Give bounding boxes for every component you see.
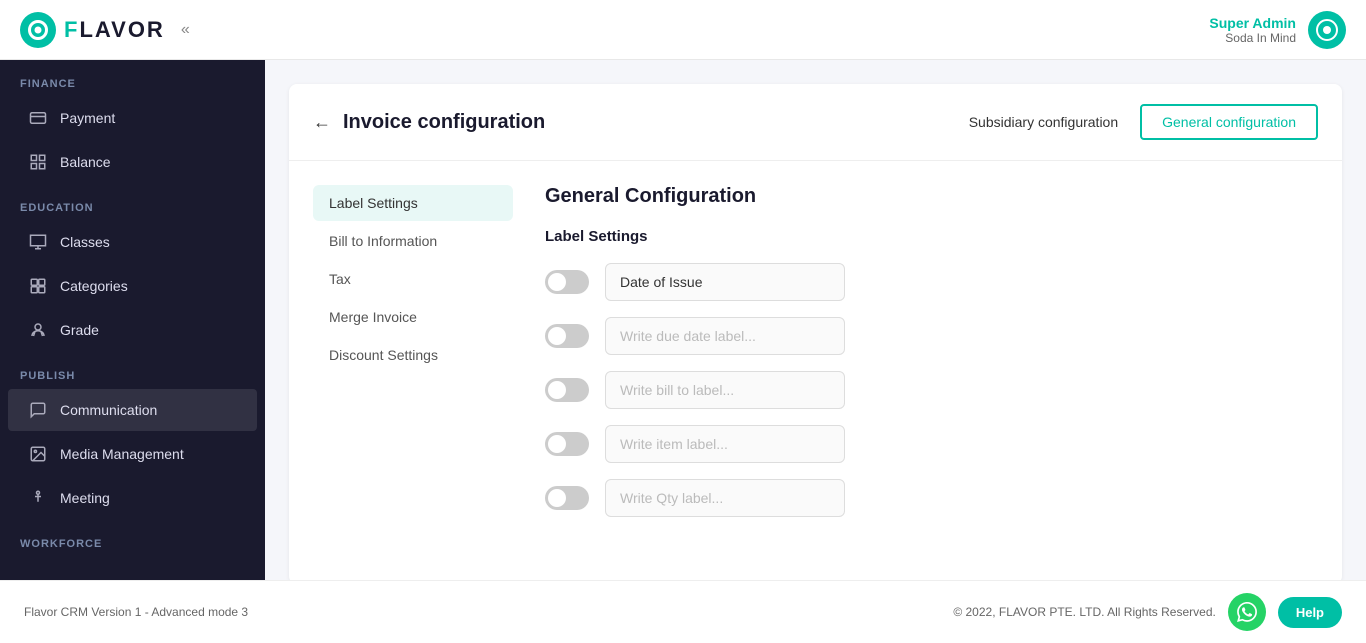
config-card: ← Invoice configuration Subsidiary confi… <box>289 84 1342 580</box>
footer: Flavor CRM Version 1 - Advanced mode 3 ©… <box>0 580 1366 643</box>
sidebar-item-grade-label: Grade <box>60 322 99 338</box>
input-qty[interactable] <box>605 479 845 517</box>
sidebar-section-education: EDUCATION <box>0 184 265 220</box>
logo: FLAVOR <box>20 12 165 48</box>
page-title: Invoice configuration <box>343 111 545 134</box>
balance-icon <box>28 152 48 172</box>
toggle-qty[interactable] <box>545 486 589 510</box>
navbar-right: Super Admin Soda In Mind <box>1209 11 1346 49</box>
config-body: Label Settings Bill to Information Tax M… <box>289 161 1342 557</box>
navbar-left: FLAVOR « <box>20 12 190 48</box>
sidebar-item-communication[interactable]: Communication <box>8 389 257 431</box>
whatsapp-button[interactable] <box>1228 593 1266 631</box>
footer-right: © 2022, FLAVOR PTE. LTD. All Rights Rese… <box>953 593 1342 631</box>
sidebar-item-categories-label: Categories <box>60 278 128 294</box>
input-item[interactable] <box>605 425 845 463</box>
nav-item-label-settings[interactable]: Label Settings <box>313 185 513 221</box>
categories-icon <box>28 276 48 296</box>
logo-icon-inner <box>28 20 48 40</box>
toggle-row-item <box>545 425 1318 463</box>
navbar: FLAVOR « Super Admin Soda In Mind <box>0 0 1366 60</box>
user-info: Super Admin Soda In Mind <box>1209 15 1296 45</box>
grade-icon <box>28 320 48 340</box>
sidebar-item-communication-label: Communication <box>60 402 157 418</box>
sidebar-section-workforce: WORKFORCE <box>0 520 265 556</box>
footer-copyright: © 2022, FLAVOR PTE. LTD. All Rights Rese… <box>953 605 1216 619</box>
sidebar-item-balance-label: Balance <box>60 154 111 170</box>
meeting-icon <box>28 488 48 508</box>
sidebar-item-media-label: Media Management <box>60 446 184 462</box>
logo-text: FLAVOR <box>64 17 165 43</box>
toggle-row-bill-to <box>545 371 1318 409</box>
nav-item-bill-to-information[interactable]: Bill to Information <box>313 223 513 259</box>
content-title: General Configuration <box>545 185 1318 208</box>
sidebar-item-meeting-label: Meeting <box>60 490 110 506</box>
config-header: ← Invoice configuration Subsidiary confi… <box>289 84 1342 161</box>
toggle-date-of-issue[interactable] <box>545 270 589 294</box>
sidebar-item-balance[interactable]: Balance <box>8 141 257 183</box>
nav-item-merge-invoice[interactable]: Merge Invoice <box>313 299 513 335</box>
main-layout: FINANCE Payment Balance EDUCATION Classe… <box>0 60 1366 580</box>
sidebar-section-publish: PUBLISH <box>0 352 265 388</box>
section-label: Label Settings <box>545 228 1318 245</box>
sidebar-item-payment[interactable]: Payment <box>8 97 257 139</box>
config-nav: Label Settings Bill to Information Tax M… <box>313 185 513 533</box>
help-button[interactable]: Help <box>1278 597 1342 628</box>
sidebar-section-finance: FINANCE <box>0 60 265 96</box>
toggle-row-due-date <box>545 317 1318 355</box>
user-company: Soda In Mind <box>1209 31 1296 45</box>
sidebar-item-categories[interactable]: Categories <box>8 265 257 307</box>
config-tabs: Subsidiary configuration General configu… <box>947 104 1318 140</box>
media-icon <box>28 444 48 464</box>
logo-icon <box>20 12 56 48</box>
toggle-item[interactable] <box>545 432 589 456</box>
toggle-due-date[interactable] <box>545 324 589 348</box>
sidebar-item-meeting[interactable]: Meeting <box>8 477 257 519</box>
nav-item-tax[interactable]: Tax <box>313 261 513 297</box>
config-header-left: ← Invoice configuration <box>313 111 545 134</box>
collapse-sidebar-icon[interactable]: « <box>181 21 190 39</box>
user-name: Super Admin <box>1209 15 1296 31</box>
sidebar-item-classes[interactable]: Classes <box>8 221 257 263</box>
classes-icon <box>28 232 48 252</box>
sidebar-item-grade[interactable]: Grade <box>8 309 257 351</box>
toggle-row-date-of-issue <box>545 263 1318 301</box>
content-area: ← Invoice configuration Subsidiary confi… <box>265 60 1366 580</box>
input-date-of-issue[interactable] <box>605 263 845 301</box>
communication-icon <box>28 400 48 420</box>
tab-general[interactable]: General configuration <box>1140 104 1318 140</box>
sidebar-item-media-management[interactable]: Media Management <box>8 433 257 475</box>
sidebar-item-classes-label: Classes <box>60 234 110 250</box>
input-due-date[interactable] <box>605 317 845 355</box>
back-button[interactable]: ← <box>313 112 331 133</box>
toggle-row-qty <box>545 479 1318 517</box>
avatar <box>1308 11 1346 49</box>
sidebar-item-payment-label: Payment <box>60 110 115 126</box>
toggle-bill-to[interactable] <box>545 378 589 402</box>
sidebar: FINANCE Payment Balance EDUCATION Classe… <box>0 60 265 580</box>
credit-card-icon <box>28 108 48 128</box>
input-bill-to[interactable] <box>605 371 845 409</box>
config-content: General Configuration Label Settings <box>513 185 1318 533</box>
footer-version-text: Flavor CRM Version 1 - Advanced mode 3 <box>24 605 248 619</box>
tab-subsidiary[interactable]: Subsidiary configuration <box>947 104 1140 140</box>
nav-item-discount-settings[interactable]: Discount Settings <box>313 337 513 373</box>
